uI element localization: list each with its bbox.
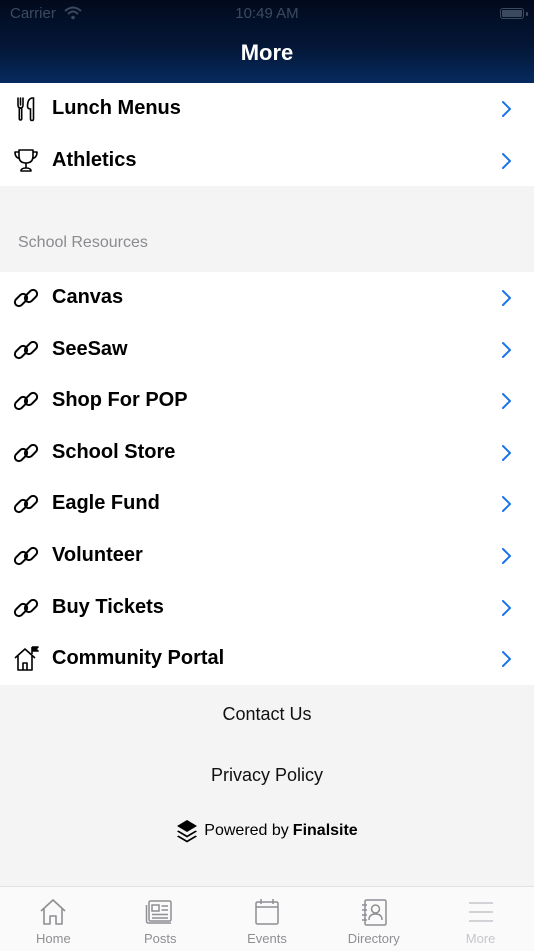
nav-header: Carrier 10:49 AM More [0, 0, 534, 83]
status-bar: Carrier 10:49 AM [0, 5, 534, 23]
tab-bar: Home Posts Events Directory More [0, 886, 534, 951]
tab-events[interactable]: Events [214, 887, 321, 951]
menu-item-label: Athletics [52, 148, 137, 171]
section-header: School Resources [18, 234, 148, 251]
utensils-icon [17, 97, 35, 122]
powered-by-finalsite[interactable]: Powered by Finalsite [0, 818, 534, 844]
menu-item-seesaw[interactable]: SeeSaw [0, 324, 534, 376]
calendar-icon [255, 899, 279, 925]
link-icon [13, 546, 39, 566]
resources-menu-group: Canvas SeeSaw Shop For POP School Store … [0, 272, 534, 685]
chevron-right-icon [502, 341, 511, 358]
chevron-right-icon [502, 290, 511, 306]
menu-item-label: Canvas [52, 286, 124, 308]
chevron-right-icon [502, 444, 511, 461]
chevron-right-icon [502, 496, 511, 513]
home-icon [40, 899, 66, 925]
trophy-icon [14, 148, 38, 172]
privacy-policy-link[interactable]: Privacy Policy [0, 765, 534, 786]
menu-item-lunch-menus[interactable]: Lunch Menus [0, 83, 534, 135]
tab-posts[interactable]: Posts [107, 887, 214, 951]
chevron-right-icon [502, 547, 511, 564]
menu-item-volunteer[interactable]: Volunteer [0, 530, 534, 582]
menu-item-label: Community Portal [52, 647, 225, 670]
powered-by-text: Powered by [204, 822, 289, 839]
menu-item-label: Eagle Fund [52, 492, 160, 515]
tab-more[interactable]: More [427, 887, 534, 951]
chevron-right-icon [502, 393, 511, 410]
menu-item-label: Shop For POP [52, 389, 188, 412]
menu-item-label: School Store [52, 440, 176, 463]
chevron-right-icon [502, 101, 511, 117]
menu-item-athletics[interactable]: Athletics [0, 135, 534, 187]
menu-item-label: SeeSaw [52, 337, 128, 360]
tab-directory[interactable]: Directory [320, 887, 427, 951]
tab-label: Home [36, 931, 71, 946]
link-icon [13, 598, 39, 617]
chevron-right-icon [502, 152, 511, 169]
tab-label: Directory [347, 931, 400, 946]
menu-item-buy-tickets[interactable]: Buy Tickets [0, 582, 534, 634]
page-title: More [240, 40, 294, 65]
menu-item-label: Volunteer [52, 543, 143, 566]
house-flag-icon [14, 646, 39, 671]
top-menu-group: Lunch Menus Athletics [0, 83, 534, 187]
tab-label: More [465, 931, 496, 946]
contact-us-link[interactable]: Contact Us [0, 704, 534, 725]
newspaper-icon [145, 900, 172, 924]
menu-item-label: Lunch Menus [52, 97, 181, 119]
contact-card-icon [361, 899, 387, 926]
hamburger-menu-icon [468, 902, 493, 922]
menu-item-canvas[interactable]: Canvas [0, 272, 534, 324]
chevron-right-icon [502, 599, 511, 616]
link-icon [13, 340, 39, 359]
link-icon [13, 495, 39, 514]
tab-label: Events [247, 931, 287, 946]
menu-item-shop-for-pop[interactable]: Shop For POP [0, 375, 534, 427]
menu-item-school-store[interactable]: School Store [0, 427, 534, 479]
menu-item-label: Buy Tickets [52, 595, 164, 618]
menu-item-community-portal[interactable]: Community Portal [0, 633, 534, 685]
chevron-right-icon [502, 651, 511, 668]
finalsite-brand-text: Finalsite [292, 822, 358, 839]
tab-home[interactable]: Home [0, 887, 107, 951]
finalsite-logo-icon [177, 820, 198, 843]
menu-item-eagle-fund[interactable]: Eagle Fund [0, 478, 534, 530]
tab-label: Posts [143, 931, 177, 946]
battery-icon [500, 8, 524, 19]
link-icon [13, 443, 39, 462]
link-icon [13, 288, 39, 308]
clock: 10:49 AM [235, 5, 299, 22]
link-icon [13, 392, 39, 411]
